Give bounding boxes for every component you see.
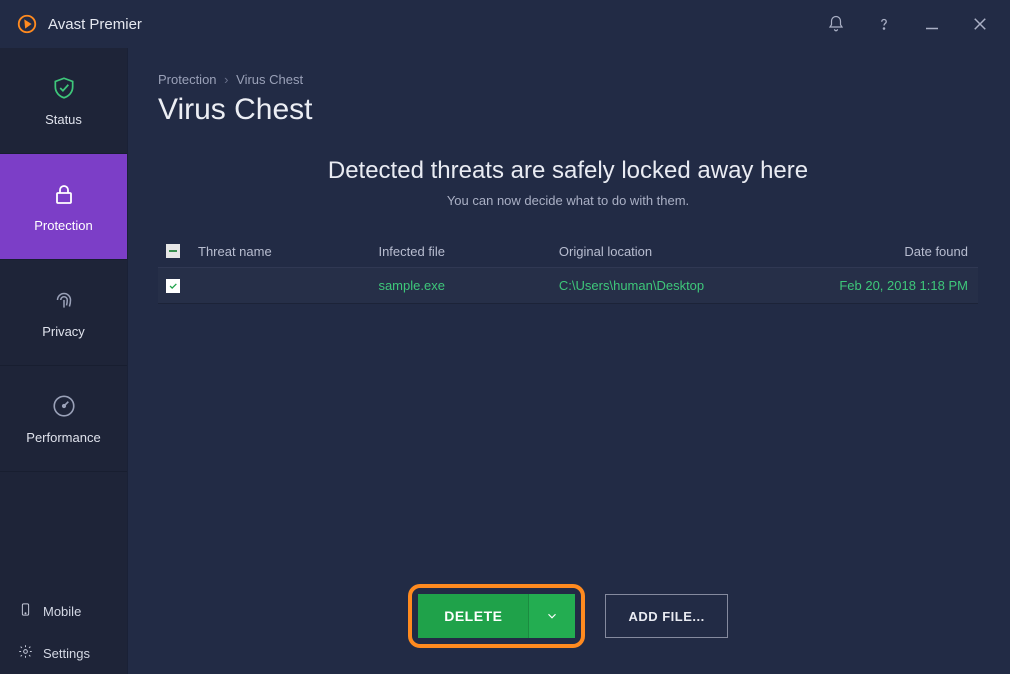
lock-icon bbox=[50, 180, 78, 208]
sidebar-item-protection[interactable]: Protection bbox=[0, 154, 127, 260]
sidebar-item-label: Performance bbox=[26, 430, 100, 445]
help-icon[interactable] bbox=[874, 14, 894, 34]
sidebar-item-status[interactable]: Status bbox=[0, 48, 127, 154]
col-date-found: Date found bbox=[794, 244, 974, 259]
indeterminate-check-icon bbox=[166, 244, 180, 258]
breadcrumb-leaf: Virus Chest bbox=[236, 72, 303, 87]
col-infected-file: Infected file bbox=[378, 244, 558, 259]
delete-button-label: Delete bbox=[418, 594, 529, 638]
footer-actions: Delete Add file... bbox=[158, 584, 978, 674]
close-icon[interactable] bbox=[970, 14, 990, 34]
app-title: Avast Premier bbox=[48, 16, 142, 33]
row-checkbox[interactable] bbox=[162, 279, 198, 293]
cell-infected-file: sample.exe bbox=[378, 278, 558, 293]
page-title: Virus Chest bbox=[158, 93, 978, 127]
threats-table: Threat name Infected file Original locat… bbox=[158, 236, 978, 304]
checked-check-icon bbox=[166, 279, 180, 293]
breadcrumb: Protection › Virus Chest bbox=[158, 72, 978, 87]
main-content: Protection › Virus Chest Virus Chest Det… bbox=[128, 48, 1010, 674]
sidebar-item-label: Privacy bbox=[42, 324, 85, 339]
col-original-location: Original location bbox=[559, 244, 794, 259]
minimize-icon[interactable] bbox=[922, 14, 942, 34]
delete-dropdown[interactable] bbox=[529, 594, 575, 638]
sidebar-spacer bbox=[0, 472, 127, 590]
delete-button[interactable]: Delete bbox=[418, 594, 575, 638]
gear-icon bbox=[18, 644, 33, 662]
body: Status Protection Privacy bbox=[0, 48, 1010, 674]
cell-date-found: Feb 20, 2018 1:18 PM bbox=[794, 278, 974, 293]
avast-logo-icon bbox=[16, 13, 38, 35]
mobile-icon bbox=[18, 602, 33, 620]
col-threat-name: Threat name bbox=[198, 244, 378, 259]
titlebar-left: Avast Premier bbox=[16, 13, 142, 35]
table-header: Threat name Infected file Original locat… bbox=[158, 236, 978, 268]
page-subhead: Detected threats are safely locked away … bbox=[158, 157, 978, 208]
table-row[interactable]: sample.exe C:\Users\human\Desktop Feb 20… bbox=[158, 268, 978, 304]
fingerprint-icon bbox=[50, 286, 78, 314]
breadcrumb-root[interactable]: Protection bbox=[158, 72, 217, 87]
gauge-icon bbox=[50, 392, 78, 420]
cell-original-location: C:\Users\human\Desktop bbox=[559, 278, 794, 293]
header-checkbox[interactable] bbox=[162, 244, 198, 259]
bell-icon[interactable] bbox=[826, 14, 846, 34]
subhead-desc: You can now decide what to do with them. bbox=[158, 193, 978, 208]
titlebar: Avast Premier bbox=[0, 0, 1010, 48]
sidebar-item-label: Status bbox=[45, 112, 82, 127]
sidebar-item-settings[interactable]: Settings bbox=[0, 632, 127, 674]
sidebar-item-mobile[interactable]: Mobile bbox=[0, 590, 127, 632]
delete-button-highlight: Delete bbox=[408, 584, 585, 648]
sidebar-item-privacy[interactable]: Privacy bbox=[0, 260, 127, 366]
titlebar-controls bbox=[826, 14, 990, 34]
chevron-down-icon bbox=[545, 609, 559, 623]
breadcrumb-separator: › bbox=[224, 72, 228, 87]
sidebar-item-label: Mobile bbox=[43, 604, 81, 619]
app-window: Avast Premier Status bbox=[0, 0, 1010, 674]
subhead-title: Detected threats are safely locked away … bbox=[158, 157, 978, 185]
sidebar-item-label: Settings bbox=[43, 646, 90, 661]
sidebar-item-performance[interactable]: Performance bbox=[0, 366, 127, 472]
add-file-button[interactable]: Add file... bbox=[605, 594, 727, 638]
sidebar: Status Protection Privacy bbox=[0, 48, 128, 674]
shield-check-icon bbox=[50, 74, 78, 102]
sidebar-item-label: Protection bbox=[34, 218, 93, 233]
